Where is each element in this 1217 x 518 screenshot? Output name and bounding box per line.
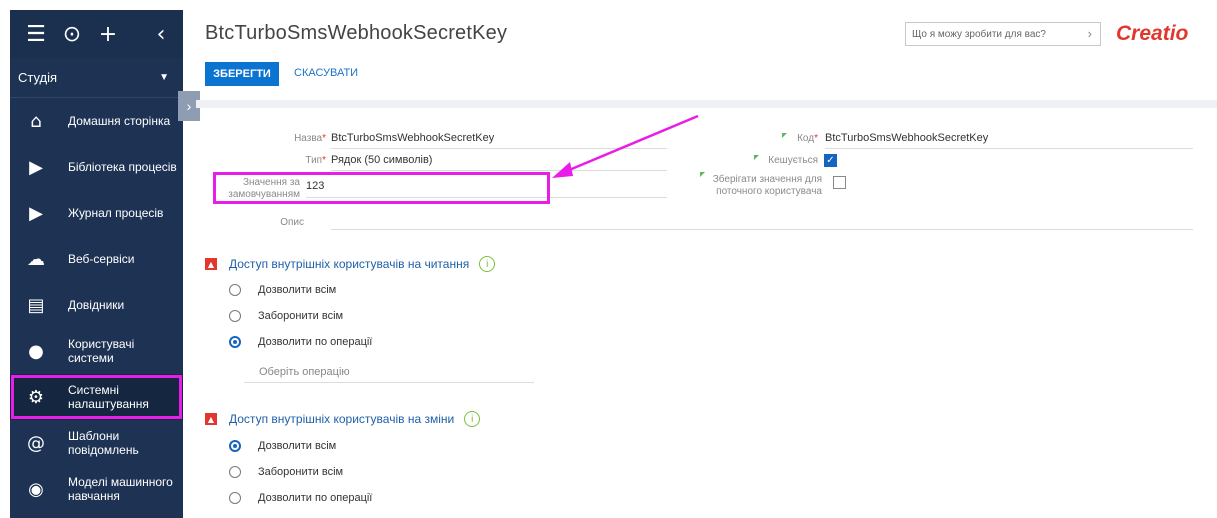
write-access-title: Доступ внутрішніх користувачів на зміни xyxy=(229,412,455,426)
process-library-icon: ▶ xyxy=(29,156,43,178)
operation-select[interactable]: Оберіть операцію xyxy=(259,366,350,378)
sidebar-item[interactable]: @ Шаблони повідомлень xyxy=(10,420,183,466)
add-icon[interactable]: + xyxy=(90,16,126,52)
sidebar-item[interactable]: ▶ Бібліотека процесів xyxy=(10,144,183,190)
radio-label: Дозволити всім xyxy=(258,440,337,452)
radio-label: Дозволити по операції xyxy=(258,492,373,504)
cached-checkbox[interactable]: ✓ xyxy=(824,154,837,167)
write-access-header[interactable]: ▲ Доступ внутрішніх користувачів на змін… xyxy=(205,411,481,427)
home-icon: ⌂ xyxy=(30,110,42,132)
radio-label: Дозволити всім xyxy=(258,284,337,296)
sidebar-item[interactable]: ▶ Журнал процесів xyxy=(10,190,183,236)
save-button[interactable]: ЗБЕРЕГТИ xyxy=(205,62,279,86)
radio-button[interactable] xyxy=(229,440,241,452)
collapse-icon[interactable]: ▲ xyxy=(205,413,217,425)
sidebar-item-label: Шаблони повідомлень xyxy=(68,429,139,457)
sidebar-item-label: Веб-сервіси xyxy=(68,252,135,266)
sidebar-item-label: Бібліотека процесів xyxy=(68,160,177,174)
radio-button[interactable] xyxy=(229,336,241,348)
collapse-icon[interactable]: ▲ xyxy=(205,258,217,270)
sidebar-item[interactable]: ● Користувачі системи xyxy=(10,328,183,374)
radio-button[interactable] xyxy=(229,492,241,504)
process-log-icon: ▶ xyxy=(29,202,43,224)
name-field[interactable]: BtcTurboSmsWebhookSecretKey xyxy=(331,132,494,144)
cancel-button[interactable]: СКАСУВАТИ xyxy=(294,67,358,79)
read-deny-all[interactable]: Заборонити всім xyxy=(229,310,343,322)
sidebar-item[interactable]: ◉ Моделі машинного навчання xyxy=(10,466,183,512)
read-by-operation[interactable]: Дозволити по операції xyxy=(229,336,372,348)
creatio-logo: Creatio xyxy=(1116,22,1189,45)
lookups-icon: ▤ xyxy=(27,294,45,316)
page-title: BtcTurboSmsWebhookSecretKey xyxy=(205,22,508,44)
operation-underline xyxy=(244,382,534,383)
highlight-box xyxy=(213,172,550,204)
search-input[interactable]: Що я можу зробити для вас? › xyxy=(905,22,1101,46)
chevron-down-icon: ▼ xyxy=(159,72,169,83)
chevron-right-icon[interactable]: › xyxy=(1088,26,1092,41)
read-access-title: Доступ внутрішніх користувачів на читанн… xyxy=(229,257,470,271)
divider xyxy=(196,100,1217,108)
description-label: Опис xyxy=(280,217,304,228)
sidebar-item-label: Користувачі системи xyxy=(68,337,135,365)
collapse-left-icon[interactable]: ‹ xyxy=(143,16,179,52)
menu-icon[interactable]: ☰ xyxy=(18,16,54,52)
email-templates-icon: @ xyxy=(27,432,45,454)
read-access-header[interactable]: ▲ Доступ внутрішніх користувачів на чита… xyxy=(205,256,496,272)
workplace-label: Студія xyxy=(18,70,58,85)
name-label: Назва* xyxy=(294,133,326,144)
users-icon: ● xyxy=(28,340,44,362)
info-icon[interactable]: i xyxy=(464,411,481,427)
per-user-checkbox[interactable] xyxy=(833,176,846,189)
chevron-right-icon: › xyxy=(186,98,192,114)
radio-button[interactable] xyxy=(229,310,241,322)
code-underline xyxy=(825,148,1193,149)
description-field[interactable] xyxy=(331,229,1193,230)
sidebar: ☰ ⊙ + ‹ Студія ▼ ⌂ Домашня сторінка ▶ Біблі… xyxy=(10,10,183,518)
radio-label: Дозволити по операції xyxy=(258,336,373,348)
radio-button[interactable] xyxy=(229,466,241,478)
sidebar-item-label: Домашня сторінка xyxy=(68,114,171,128)
search-placeholder: Що я можу зробити для вас? xyxy=(912,28,1046,40)
sidebar-item-label: Довідники xyxy=(68,298,125,312)
write-deny-all[interactable]: Заборонити всім xyxy=(229,466,343,478)
highlight-box xyxy=(11,375,182,419)
sidebar-item[interactable]: ▤ Довідники xyxy=(10,282,183,328)
type-label: Тип* xyxy=(305,155,326,166)
radio-label: Заборонити всім xyxy=(258,466,344,478)
radio-label: Заборонити всім xyxy=(258,310,344,322)
cloud-icon: ☁ xyxy=(27,248,45,270)
type-field[interactable]: Рядок (50 символів) xyxy=(331,154,432,166)
run-process-icon[interactable]: ⊙ xyxy=(54,16,90,52)
sidebar-toolbar: ☰ ⊙ + ‹ xyxy=(10,10,183,58)
workplace-selector[interactable]: Студія ▼ xyxy=(10,58,183,98)
code-label: Код* xyxy=(797,133,818,144)
sidebar-item[interactable]: ⌂ Домашня сторінка xyxy=(10,98,183,144)
write-by-operation[interactable]: Дозволити по операції xyxy=(229,492,372,504)
sidebar-items: ⌂ Домашня сторінка ▶ Бібліотека процесів ▶ Жу… xyxy=(10,98,183,512)
sidebar-item[interactable]: ⚙ Системні налаштування xyxy=(10,374,183,420)
cached-label: Кешується xyxy=(768,155,818,166)
sidebar-item[interactable]: ☁ Веб-сервіси xyxy=(10,236,183,282)
annotation-arrow-icon xyxy=(552,114,699,178)
ml-models-icon: ◉ xyxy=(28,478,44,500)
sidebar-item-label: Моделі машинного навчання xyxy=(68,475,173,503)
radio-button[interactable] xyxy=(229,284,241,296)
read-allow-all[interactable]: Дозволити всім xyxy=(229,284,336,296)
write-allow-all[interactable]: Дозволити всім xyxy=(229,440,336,452)
info-icon[interactable]: i xyxy=(479,256,496,272)
sidebar-item-label: Журнал процесів xyxy=(68,206,164,220)
code-field[interactable]: BtcTurboSmsWebhookSecretKey xyxy=(825,132,988,144)
